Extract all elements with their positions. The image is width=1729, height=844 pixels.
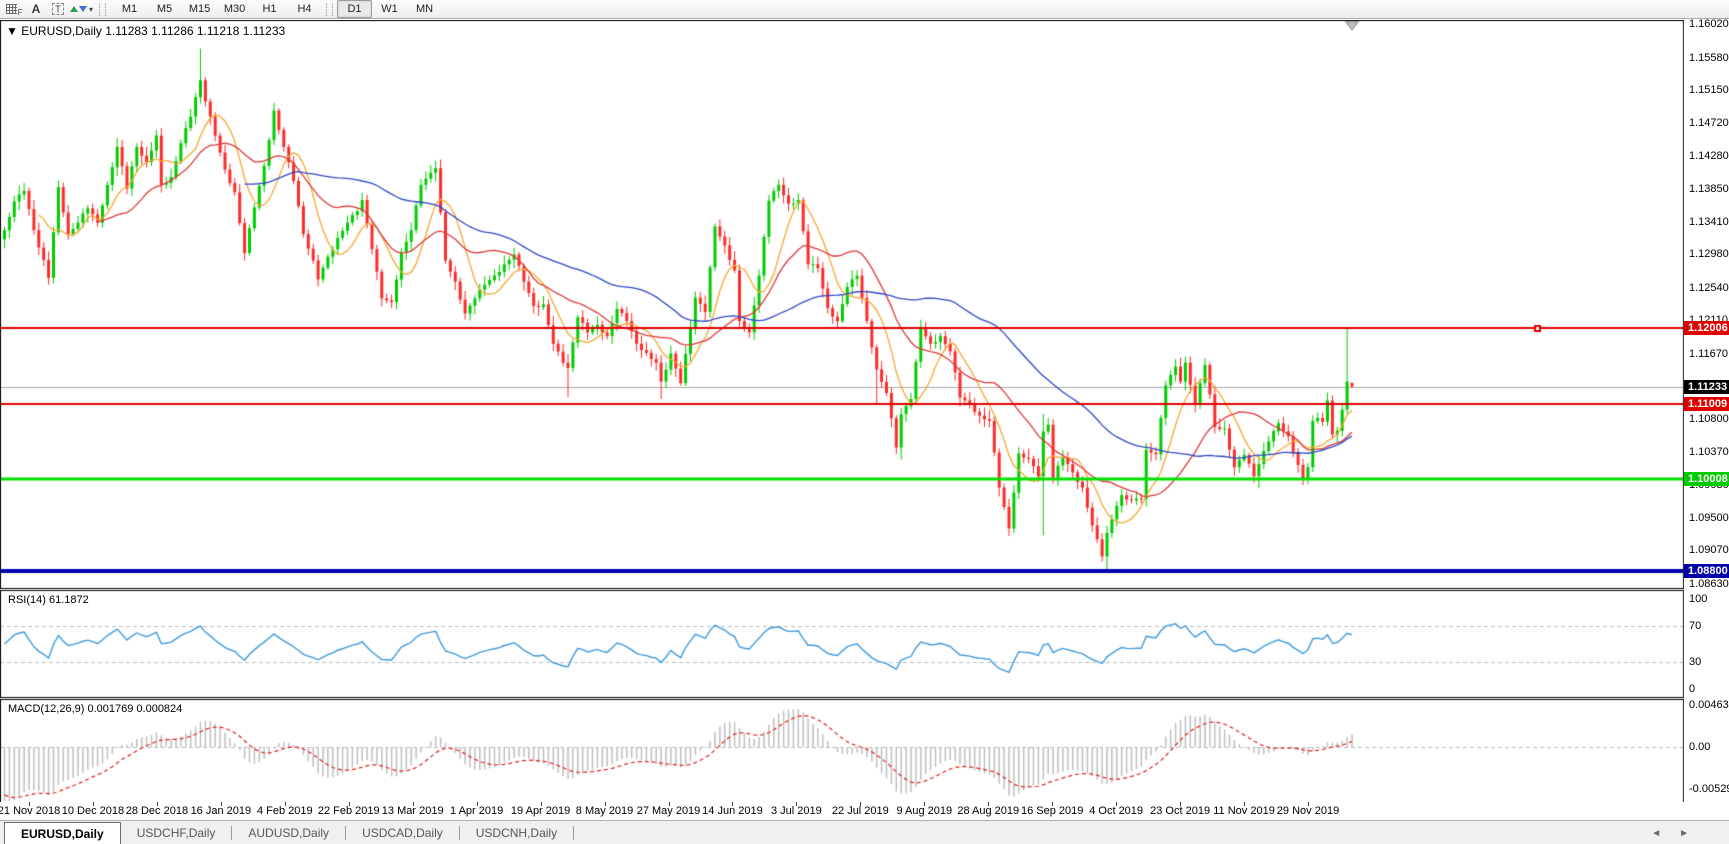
chevron-down-icon[interactable]: ▾ — [89, 5, 93, 14]
price-axis[interactable]: 1.16020 1.15580 1.15150 1.14720 1.14280 1.138… — [1684, 18, 1729, 802]
text-box-icon[interactable]: T — [48, 1, 68, 17]
date-label: 22 Feb 2019 — [317, 805, 380, 817]
arrows-objects-icon[interactable]: ▾ — [70, 1, 93, 17]
date-label: 13 Mar 2019 — [381, 805, 444, 817]
date-label: 22 Jul 2019 — [831, 805, 889, 817]
price-tick-label: 1.10370 — [1689, 446, 1729, 459]
grid-f-hint: F — [17, 7, 23, 17]
date-label: 4 Feb 2019 — [256, 805, 313, 817]
tabs-scroll-left-button[interactable]: ◄ — [1651, 828, 1661, 839]
price-tick-label: 1.15150 — [1689, 84, 1729, 97]
price-tick-label: 1.10800 — [1689, 413, 1729, 426]
price-tick-label: 1.14280 — [1689, 150, 1729, 163]
down-arrow-glyph — [79, 6, 87, 12]
timeframe-button-d1[interactable]: D1 — [337, 0, 373, 18]
macd-tick-label: 0.00463 — [1689, 699, 1729, 711]
date-label: 16 Sep 2019 — [1020, 805, 1084, 817]
date-label: 9 Aug 2019 — [896, 805, 953, 817]
tab-usdcad[interactable]: USDCAD,Daily — [346, 821, 459, 844]
macd-tick-label: -0.005299 — [1689, 783, 1729, 795]
date-label: 4 Oct 2019 — [1089, 805, 1144, 817]
date-label: 11 Nov 2019 — [1213, 805, 1275, 817]
chart-tab-bar: EURUSD,Daily USDCHF,Daily AUDUSD,Daily USDC… — [0, 820, 1729, 844]
price-tick-label: 1.13410 — [1689, 215, 1729, 228]
line-price-tag: 1.10008 — [1684, 472, 1729, 487]
toolbar-grip[interactable] — [99, 2, 107, 16]
date-label: 29 Nov 2019 — [1276, 805, 1340, 817]
tab-usdchf[interactable]: USDCHF,Daily — [121, 821, 232, 844]
date-label: 10 Dec 2018 — [61, 805, 125, 817]
up-arrow-glyph — [70, 6, 78, 12]
tabs-scroll-right-button[interactable]: ► — [1679, 828, 1689, 839]
date-label: 16 Jan 2019 — [190, 805, 252, 817]
price-tick-label: 1.13850 — [1689, 182, 1729, 195]
timeframe-group: M1 M5 M15 M30 H1 H4 D1 W1 MN — [112, 0, 442, 18]
grid-glyph — [5, 4, 17, 14]
date-label: 19 Apr 2019 — [510, 805, 571, 817]
rsi-tick-label: 70 — [1689, 620, 1702, 632]
rsi-tick-label: 0 — [1689, 683, 1696, 695]
rsi-tick-label: 30 — [1689, 656, 1702, 668]
line-price-tag: 1.08800 — [1684, 563, 1729, 578]
price-tick-label: 1.11670 — [1689, 347, 1728, 360]
toolbar: F A T ▾ M1 M5 M15 M30 H1 H4 D1 W1 MN — [0, 0, 1729, 19]
date-label: 21 Nov 2018 — [0, 805, 61, 817]
chart-grid-icon[interactable]: F — [4, 1, 24, 17]
tab-usdcnh[interactable]: USDCNH,Daily — [460, 821, 573, 844]
price-tick-label: 1.09500 — [1689, 511, 1729, 524]
timeframe-button-m5[interactable]: M5 — [147, 0, 182, 18]
text-label-icon[interactable]: A — [26, 1, 46, 17]
date-label: 14 Jun 2019 — [702, 805, 763, 817]
tab-eurusd[interactable]: EURUSD,Daily — [4, 822, 121, 844]
date-label: 27 May 2019 — [636, 805, 701, 817]
toolbar-grip[interactable] — [326, 2, 334, 16]
date-label: 3 Jul 2019 — [771, 805, 822, 817]
tab-audusd[interactable]: AUDUSD,Daily — [232, 821, 345, 844]
macd-tick-label: 0.00 — [1689, 741, 1711, 753]
timeframe-button-m1[interactable]: M1 — [112, 0, 147, 18]
date-label: 1 Apr 2019 — [450, 805, 504, 817]
current-price-tag: 1.11233 — [1684, 379, 1729, 394]
timeframe-button-h4[interactable]: H4 — [287, 0, 322, 18]
rsi-tick-label: 100 — [1689, 593, 1708, 605]
date-label: 28 Aug 2019 — [957, 805, 1020, 817]
price-tick-label: 1.12980 — [1689, 248, 1729, 261]
tab-separator — [573, 826, 575, 840]
price-tick-label: 1.16020 — [1689, 18, 1729, 31]
timeframe-button-mn[interactable]: MN — [407, 0, 442, 18]
text-box-glyph: T — [52, 3, 64, 15]
timeframe-button-w1[interactable]: W1 — [372, 0, 407, 18]
price-tick-label: 1.14720 — [1689, 116, 1729, 129]
date-label: 8 May 2019 — [575, 805, 634, 817]
price-tick-label: 1.15580 — [1689, 51, 1729, 64]
price-chart-canvas — [0, 20, 1685, 802]
tab-scroll-nav: ◄ ► — [1651, 821, 1689, 844]
mt4-window: F A T ▾ M1 M5 M15 M30 H1 H4 D1 W1 MN ▼ EURUSD,Da… — [0, 0, 1729, 844]
chart-window: ▼ EURUSD,Daily 1.11283 1.11286 1.11218 1… — [0, 18, 1729, 820]
price-tick-label: 1.08630 — [1689, 577, 1729, 590]
price-tick-label: 1.12540 — [1689, 281, 1729, 294]
price-tick-label: 1.09070 — [1689, 544, 1729, 557]
date-label: 28 Dec 2018 — [125, 805, 189, 817]
time-axis[interactable]: 21 Nov 2018 10 Dec 2018 28 Dec 2018 16 Jan … — [0, 802, 1684, 820]
timeframe-button-m30[interactable]: M30 — [217, 0, 252, 18]
timeframe-button-h1[interactable]: H1 — [252, 0, 287, 18]
line-price-tag: 1.11009 — [1684, 396, 1729, 411]
date-label: 23 Oct 2019 — [1150, 805, 1211, 817]
timeframe-button-m15[interactable]: M15 — [182, 0, 217, 18]
tabs-holder: EURUSD,Daily USDCHF,Daily AUDUSD,Daily USDC… — [4, 821, 575, 844]
line-price-tag: 1.12006 — [1684, 321, 1729, 336]
